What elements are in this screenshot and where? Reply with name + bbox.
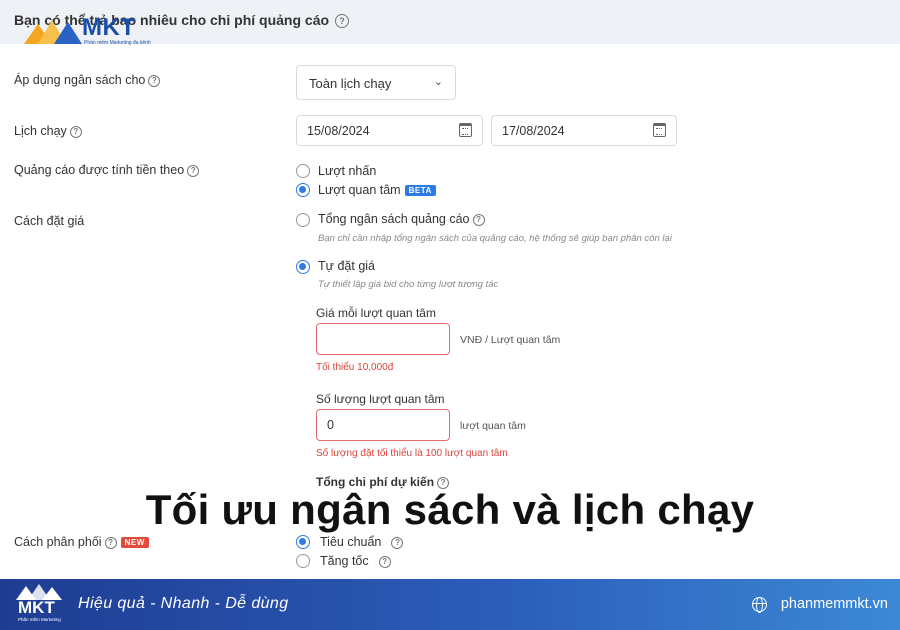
budget-apply-label-text: Áp dụng ngân sách cho xyxy=(14,73,146,87)
budget-apply-select-value: Toàn lịch chạy xyxy=(309,76,392,91)
quantity-unit: lượt quan tâm xyxy=(460,420,526,432)
bidding-manual-hint: Tự thiết lập giá bid cho từng lượt tương… xyxy=(318,279,499,290)
distribution-option-accelerated[interactable]: Tăng tốc? xyxy=(320,554,391,568)
bidding-radio-total-budget[interactable] xyxy=(296,213,310,227)
schedule-label-text: Lịch chạy xyxy=(14,124,67,138)
distribution-option-standard[interactable]: Tiêu chuẩn? xyxy=(320,535,404,549)
distribution-label: Cách phân phối? NEW xyxy=(14,535,149,549)
bidding-total-budget-hint: Bạn chỉ cần nhập tổng ngân sách của quản… xyxy=(318,233,672,244)
price-input[interactable] xyxy=(316,323,450,355)
footer-slogan: Hiệu quả - Nhanh - Dễ dùng xyxy=(78,595,289,612)
brand-logo: MKT Phần mềm Marketing đa kênh xyxy=(24,14,154,50)
help-icon[interactable]: ? xyxy=(391,536,404,549)
budget-apply-label: Áp dụng ngân sách cho? xyxy=(14,73,161,87)
bidding-radio-manual[interactable] xyxy=(296,260,310,274)
price-unit: VNĐ / Lượt quan tâm xyxy=(460,334,561,346)
distribution-radio-standard[interactable] xyxy=(296,535,310,549)
end-date-value: 17/08/2024 xyxy=(502,124,565,138)
help-icon[interactable]: ? xyxy=(472,213,485,226)
distribution-radio-accelerated[interactable] xyxy=(296,554,310,568)
calendar-icon[interactable] xyxy=(653,123,666,137)
price-error: Tối thiểu 10,000đ xyxy=(316,362,394,373)
billing-option-clicks[interactable]: Lượt nhấn xyxy=(318,164,376,178)
quantity-input-value: 0 xyxy=(327,418,334,432)
help-icon[interactable]: ? xyxy=(148,74,161,87)
overlay-title: Tối ưu ngân sách và lịch chạy xyxy=(145,486,755,533)
footer-logo-subtitle: Phần mềm Marketing xyxy=(18,617,61,622)
footer-logo-text: MKT xyxy=(18,598,55,617)
bidding-option-total-budget[interactable]: Tổng ngân sách quảng cáo? xyxy=(318,212,485,226)
billing-option-interest-text: Lượt quan tâm xyxy=(318,183,401,197)
billing-label-text: Quảng cáo được tính tiền theo xyxy=(14,163,185,177)
beta-badge: BETA xyxy=(404,185,436,197)
help-icon[interactable]: ? xyxy=(104,536,117,549)
footer-website[interactable]: phanmemmkt.vn xyxy=(781,596,888,612)
help-icon[interactable]: ? xyxy=(335,14,350,29)
brand-logo-subtitle: Phần mềm Marketing đa kênh xyxy=(84,40,151,46)
quantity-input[interactable]: 0 xyxy=(316,409,450,441)
start-date-field[interactable]: 15/08/2024 xyxy=(296,115,483,146)
distribution-label-text: Cách phân phối xyxy=(14,535,102,549)
bidding-label: Cách đặt giá xyxy=(14,214,85,228)
budget-apply-select[interactable]: Toàn lịch chạy ⌄ xyxy=(296,65,456,100)
billing-option-interest[interactable]: Lượt quan tâm BETA xyxy=(318,183,436,197)
calendar-icon[interactable] xyxy=(459,123,472,137)
brand-logo-text: MKT xyxy=(82,14,136,41)
footer-banner: MKT Phần mềm Marketing Hiệu quả - Nhanh … xyxy=(0,579,900,630)
end-date-field[interactable]: 17/08/2024 xyxy=(491,115,677,146)
brand-logo-icon xyxy=(24,20,82,44)
distribution-option-accelerated-text: Tăng tốc xyxy=(320,554,369,568)
bidding-option-total-budget-text: Tổng ngân sách quảng cáo xyxy=(318,212,470,226)
billing-label: Quảng cáo được tính tiền theo? xyxy=(14,163,200,177)
new-badge: NEW xyxy=(120,537,149,549)
help-icon[interactable]: ? xyxy=(378,555,391,568)
quantity-field-label: Số lượng lượt quan tâm xyxy=(316,392,445,406)
start-date-value: 15/08/2024 xyxy=(307,124,370,138)
billing-radio-interest[interactable] xyxy=(296,183,310,197)
help-icon[interactable]: ? xyxy=(69,125,82,138)
help-icon[interactable]: ? xyxy=(187,164,200,177)
distribution-option-standard-text: Tiêu chuẩn xyxy=(320,535,382,549)
quantity-error: Số lượng đặt tối thiểu là 100 lượt quan … xyxy=(316,448,508,459)
price-field-label: Giá mỗi lượt quan tâm xyxy=(316,306,436,320)
globe-icon xyxy=(752,597,767,613)
billing-radio-clicks[interactable] xyxy=(296,164,310,178)
schedule-label: Lịch chạy? xyxy=(14,124,82,138)
chevron-down-icon: ⌄ xyxy=(433,76,443,88)
bidding-option-manual[interactable]: Tự đặt giá xyxy=(318,259,375,273)
footer-logo: MKT Phần mềm Marketing xyxy=(14,584,64,624)
